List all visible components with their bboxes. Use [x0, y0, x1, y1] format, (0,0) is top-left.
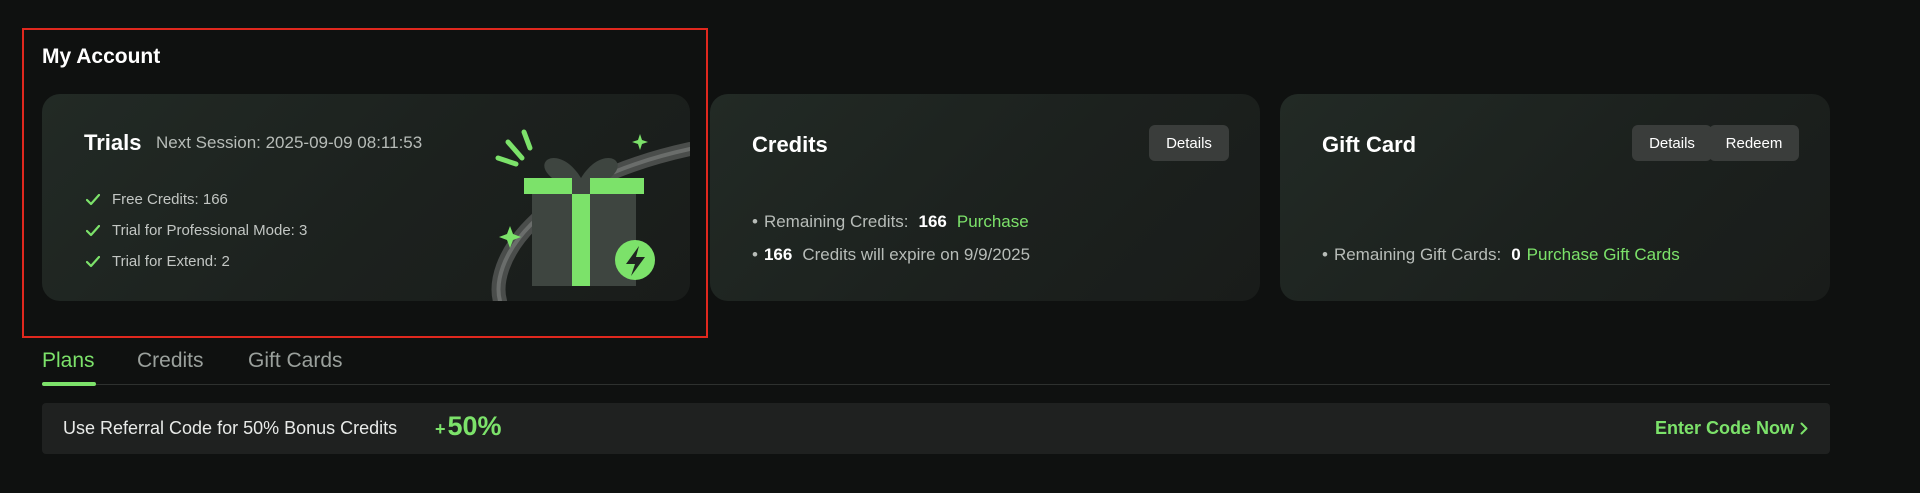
tab-credits[interactable]: Credits [137, 349, 204, 373]
gift-card-card: Gift Card Details Redeem • Remaining Gif… [1280, 94, 1830, 301]
referral-text: Use Referral Code for 50% Bonus Credits [63, 418, 398, 438]
referral-banner: Use Referral Code for 50% Bonus Credits … [42, 403, 1830, 454]
bullet: • [752, 212, 758, 231]
gift-card-title: Gift Card [1322, 132, 1417, 157]
remaining-credits-line: • Remaining Credits: 166 Purchase [752, 212, 1029, 232]
credits-details-button[interactable]: Details [1149, 125, 1229, 161]
credits-card: Credits Details • Remaining Credits: 166… [710, 94, 1260, 301]
redeem-button[interactable]: Redeem [1709, 125, 1799, 161]
remaining-gift-cards-line: • Remaining Gift Cards: 0 Purchase Gift … [1322, 245, 1680, 265]
bonus-value: 50% [447, 411, 502, 441]
expire-text: Credits will expire on 9/9/2025 [802, 245, 1031, 264]
trials-title: Trials [84, 130, 142, 155]
remaining-gift-cards-label: Remaining Gift Cards: [1333, 245, 1502, 264]
check-icon [86, 255, 100, 269]
bullet: • [752, 245, 758, 264]
expire-credits-value: 166 [763, 245, 793, 264]
purchase-credits-link[interactable]: Purchase [957, 212, 1029, 232]
trials-card: Trials Next Session: 2025-09-09 08:11:53… [42, 94, 690, 301]
chevron-right-icon [1800, 422, 1808, 435]
active-tab-indicator [42, 382, 96, 386]
check-icon [86, 224, 100, 238]
remaining-credits-label: Remaining Credits: [763, 212, 909, 231]
trial-item-label: Trial for Professional Mode: 3 [112, 222, 308, 239]
section-title: My Account [42, 45, 161, 68]
account-page: My Account Trials Next Session: 2025-09-… [0, 0, 1920, 493]
expire-line: • 166 Credits will expire on 9/9/2025 [752, 245, 1030, 265]
gift-details-button[interactable]: Details [1632, 125, 1712, 161]
trial-list: Free Credits: 166 Trial for Professional… [84, 184, 307, 277]
trial-item-extend: Trial for Extend: 2 [84, 246, 307, 277]
tab-gift-cards[interactable]: Gift Cards [248, 349, 343, 373]
remaining-credits-value: 166 [918, 212, 947, 231]
trial-item-label: Trial for Extend: 2 [112, 253, 230, 270]
trial-item-label: Free Credits: 166 [112, 191, 228, 208]
referral-bonus: + 50% [435, 411, 502, 442]
bonus-plus: + [435, 419, 446, 439]
trial-item-professional-mode: Trial for Professional Mode: 3 [84, 215, 307, 246]
trial-item-free-credits: Free Credits: 166 [84, 184, 307, 215]
bullet: • [1322, 245, 1328, 264]
tab-bar: Plans Credits Gift Cards [42, 345, 1830, 386]
gift-icon [490, 124, 690, 301]
check-icon [86, 193, 100, 207]
enter-code-button[interactable]: Enter Code Now [1655, 418, 1808, 439]
credits-title: Credits [752, 132, 828, 157]
next-session-text: Next Session: 2025-09-09 08:11:53 [156, 133, 423, 152]
purchase-gift-cards-link[interactable]: Purchase Gift Cards [1527, 245, 1680, 265]
enter-code-label: Enter Code Now [1654, 418, 1794, 438]
remaining-gift-cards-value: 0 [1511, 245, 1521, 264]
tab-plans[interactable]: Plans [42, 349, 95, 373]
